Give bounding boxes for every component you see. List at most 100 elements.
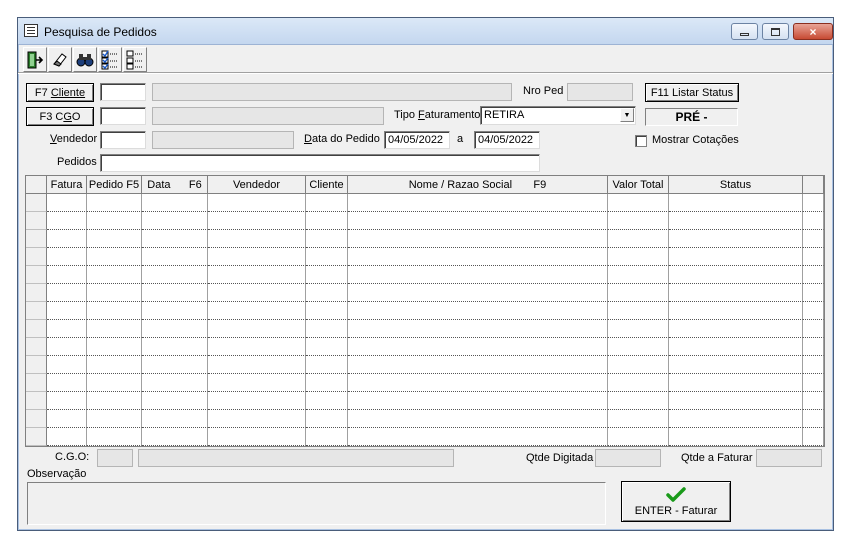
table-cell[interactable] [306, 338, 348, 356]
table-cell[interactable] [608, 230, 669, 248]
table-cell[interactable] [803, 266, 824, 284]
table-cell[interactable] [87, 392, 142, 410]
table-cell[interactable] [208, 212, 306, 230]
table-row[interactable] [26, 212, 824, 230]
table-cell[interactable] [803, 230, 824, 248]
table-cell[interactable] [803, 392, 824, 410]
table-cell[interactable] [348, 320, 608, 338]
table-cell[interactable] [608, 392, 669, 410]
table-cell[interactable] [87, 302, 142, 320]
table-cell[interactable] [306, 230, 348, 248]
table-cell[interactable] [142, 302, 208, 320]
table-cell[interactable] [608, 320, 669, 338]
tipo-faturamento-select[interactable]: RETIRA ▼ [480, 106, 636, 125]
table-cell[interactable] [608, 212, 669, 230]
table-cell[interactable] [47, 392, 87, 410]
cgo-code-field[interactable] [100, 107, 146, 125]
table-cell[interactable] [208, 410, 306, 428]
table-cell[interactable] [803, 212, 824, 230]
table-cell[interactable] [669, 230, 803, 248]
table-cell[interactable] [669, 410, 803, 428]
vendedor-code-field[interactable] [100, 131, 146, 149]
table-cell[interactable] [348, 428, 608, 446]
table-cell[interactable] [208, 302, 306, 320]
table-row[interactable] [26, 302, 824, 320]
table-cell[interactable] [348, 338, 608, 356]
exit-button[interactable] [23, 47, 47, 72]
close-button[interactable]: × [793, 23, 833, 40]
table-cell[interactable] [47, 302, 87, 320]
table-cell[interactable] [669, 428, 803, 446]
table-cell[interactable] [87, 320, 142, 338]
table-row[interactable] [26, 374, 824, 392]
table-cell[interactable] [348, 266, 608, 284]
table-cell[interactable] [608, 356, 669, 374]
table-cell[interactable] [87, 374, 142, 392]
table-row[interactable] [26, 266, 824, 284]
table-cell[interactable] [669, 284, 803, 302]
table-cell[interactable] [142, 320, 208, 338]
table-cell[interactable] [803, 410, 824, 428]
data-to-field[interactable]: 04/05/2022 [474, 131, 540, 149]
table-cell[interactable] [669, 248, 803, 266]
table-cell[interactable] [348, 248, 608, 266]
table-cell[interactable] [608, 338, 669, 356]
clear-button[interactable] [48, 47, 72, 72]
header-cliente[interactable]: Cliente [306, 176, 348, 194]
table-row[interactable] [26, 410, 824, 428]
table-cell[interactable] [608, 248, 669, 266]
table-cell[interactable] [87, 212, 142, 230]
select-all-button[interactable] [98, 47, 122, 72]
table-cell[interactable] [142, 410, 208, 428]
table-cell[interactable] [669, 266, 803, 284]
listar-status-button[interactable]: F11 Listar Status [645, 83, 739, 102]
pedidos-grid[interactable]: Fatura Pedido F5 Data F6 Vendedor Client… [25, 175, 825, 447]
table-row[interactable] [26, 248, 824, 266]
header-valor-total[interactable]: Valor Total [608, 176, 669, 194]
table-cell[interactable] [47, 230, 87, 248]
table-cell[interactable] [669, 356, 803, 374]
table-cell[interactable] [306, 248, 348, 266]
table-cell[interactable] [87, 194, 142, 212]
table-cell[interactable] [306, 284, 348, 302]
table-cell[interactable] [306, 356, 348, 374]
table-cell[interactable] [208, 374, 306, 392]
table-row[interactable] [26, 194, 824, 212]
maximize-button[interactable] [762, 23, 789, 40]
table-cell[interactable] [87, 266, 142, 284]
table-cell[interactable] [208, 338, 306, 356]
table-cell[interactable] [608, 194, 669, 212]
table-cell[interactable] [348, 194, 608, 212]
table-cell[interactable] [669, 194, 803, 212]
table-cell[interactable] [142, 392, 208, 410]
table-cell[interactable] [47, 212, 87, 230]
table-cell[interactable] [669, 338, 803, 356]
table-cell[interactable] [142, 374, 208, 392]
header-status[interactable]: Status [669, 176, 803, 194]
table-cell[interactable] [142, 194, 208, 212]
table-cell[interactable] [803, 356, 824, 374]
table-cell[interactable] [47, 356, 87, 374]
table-cell[interactable] [142, 356, 208, 374]
table-cell[interactable] [669, 302, 803, 320]
table-cell[interactable] [306, 320, 348, 338]
table-cell[interactable] [208, 194, 306, 212]
table-cell[interactable] [208, 392, 306, 410]
header-data[interactable]: Data F6 [142, 176, 208, 194]
table-cell[interactable] [47, 248, 87, 266]
table-cell[interactable] [803, 284, 824, 302]
table-cell[interactable] [142, 284, 208, 302]
table-cell[interactable] [803, 320, 824, 338]
mostrar-cotacoes-checkbox[interactable] [635, 135, 647, 147]
table-cell[interactable] [87, 248, 142, 266]
table-cell[interactable] [669, 320, 803, 338]
table-cell[interactable] [803, 338, 824, 356]
table-cell[interactable] [142, 212, 208, 230]
table-cell[interactable] [87, 356, 142, 374]
table-cell[interactable] [608, 410, 669, 428]
table-row[interactable] [26, 392, 824, 410]
table-cell[interactable] [803, 374, 824, 392]
table-cell[interactable] [87, 410, 142, 428]
table-cell[interactable] [608, 374, 669, 392]
table-cell[interactable] [348, 410, 608, 428]
